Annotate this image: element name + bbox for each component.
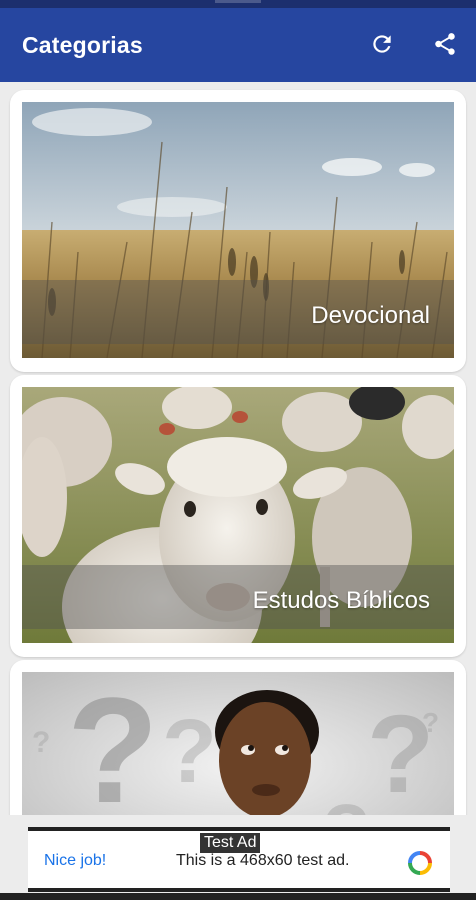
svg-text:?: ? xyxy=(162,702,217,802)
refresh-button[interactable] xyxy=(367,29,397,59)
svg-text:?: ? xyxy=(322,788,371,815)
system-nav-bar xyxy=(0,893,476,900)
category-card-estudos-biblicos[interactable]: Estudos Bíblicos xyxy=(10,375,466,657)
app-bar: Categorias xyxy=(0,8,476,82)
google-ads-logo-icon xyxy=(408,851,432,875)
share-button[interactable] xyxy=(430,29,460,59)
ad-test-tag: Test Ad xyxy=(200,833,261,853)
category-card-devocional[interactable]: Devocional xyxy=(10,90,466,372)
status-bar xyxy=(0,0,476,8)
svg-text:?: ? xyxy=(422,707,439,738)
ad-banner[interactable]: Test Ad Nice job! This is a 468x60 test … xyxy=(0,815,476,900)
page-title: Categorias xyxy=(22,31,143,58)
refresh-icon xyxy=(373,35,391,53)
ad-logo-button[interactable] xyxy=(406,849,434,882)
svg-text:?: ? xyxy=(117,806,154,815)
category-card-perguntas[interactable]: ? ? ? ? ? ? ? xyxy=(10,660,466,815)
ad-text: This is a 468x60 test ad. xyxy=(176,852,350,869)
ad-cta-link[interactable]: Nice job! xyxy=(44,852,106,870)
ad-bottom-border xyxy=(28,888,450,892)
thinking-man-question-marks-photo: ? ? ? ? ? ? ? xyxy=(22,672,454,815)
category-list[interactable]: Devocional Estudos Bíblicos ? ? ? ? ? xyxy=(0,82,476,815)
share-icon xyxy=(435,33,455,55)
status-notch xyxy=(215,0,261,3)
wheat-field-photo: Devocional xyxy=(22,102,454,358)
svg-text:?: ? xyxy=(67,672,159,815)
sheep-photo: Estudos Bíblicos xyxy=(22,387,454,643)
category-label: Estudos Bíblicos xyxy=(252,587,430,614)
category-label: Devocional xyxy=(311,302,430,329)
svg-text:?: ? xyxy=(32,726,50,759)
